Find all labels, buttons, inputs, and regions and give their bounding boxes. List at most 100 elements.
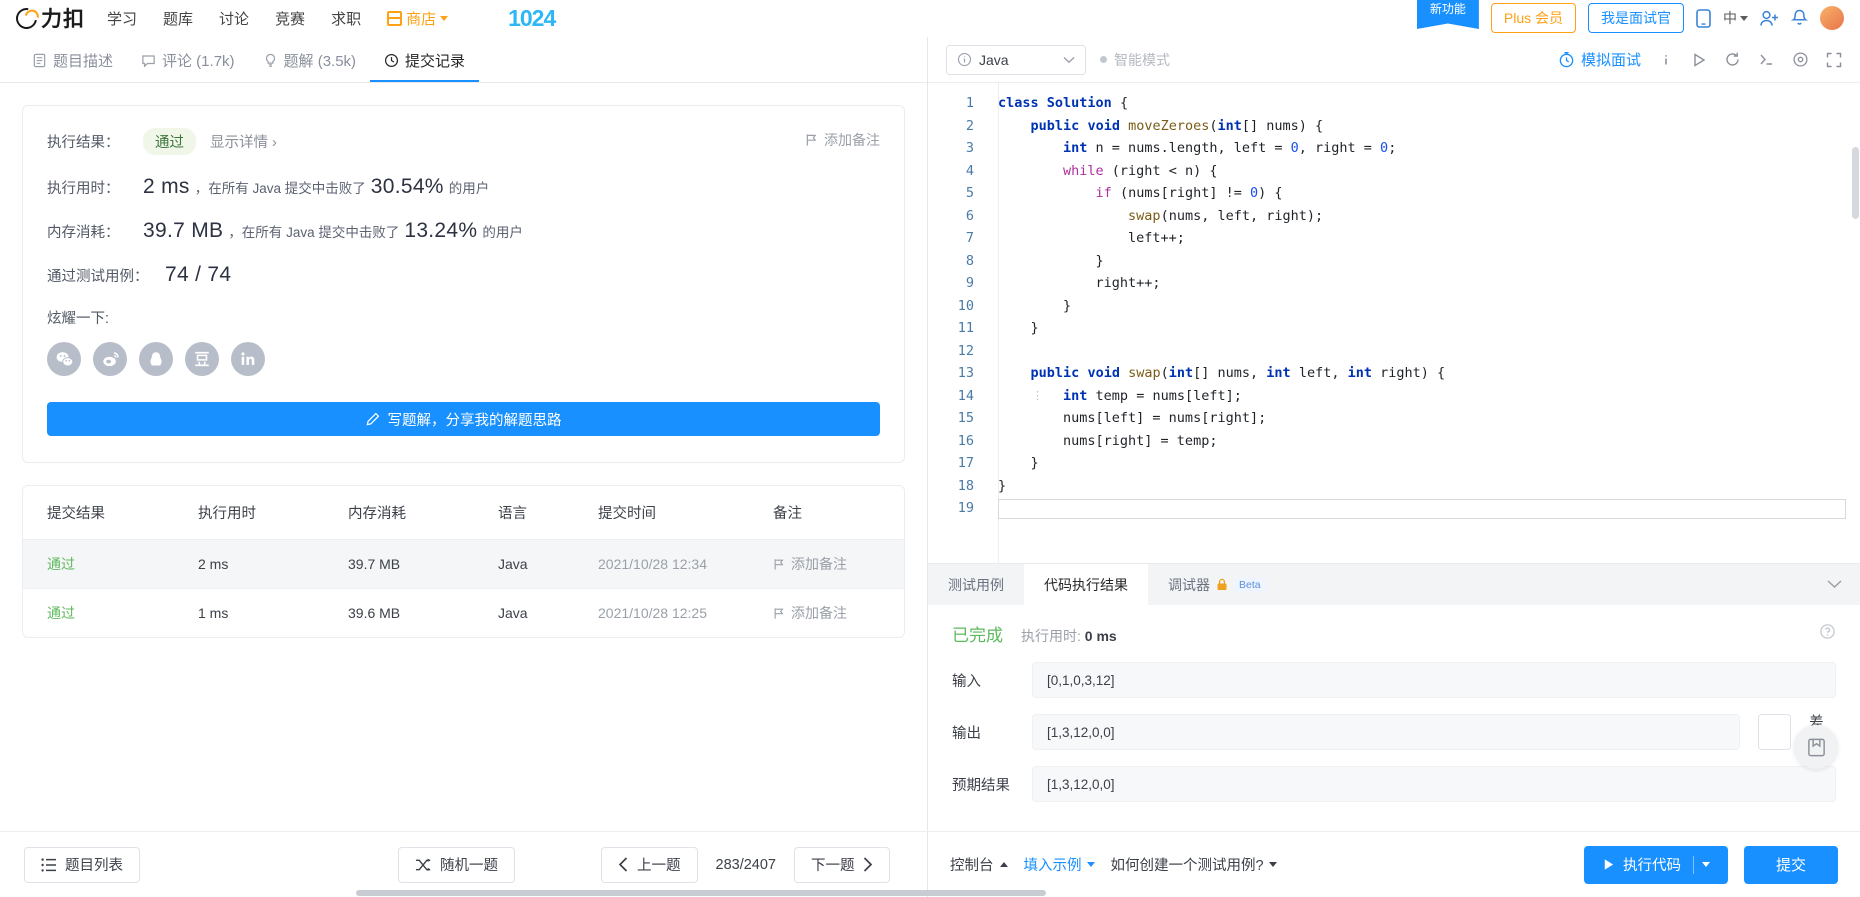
left-content-scroll: 添加备注 执行结果： 通过 显示详情 › 执行用时： 2 ms ，在所有 Jav… [0,83,927,831]
nav-item-shop[interactable]: 商店 [387,8,449,29]
tab-comments[interactable]: 评论 (1.7k) [127,50,249,82]
row-add-note-button[interactable]: 添加备注 [773,603,904,623]
submit-button[interactable]: 提交 [1743,845,1838,884]
list-icon [41,857,56,872]
prev-problem-label: 上一题 [637,858,681,874]
smart-mode-toggle[interactable]: 智能模式 [1100,50,1170,70]
runtime-mid-text: ，在所有 Java 提交中击败了 [194,181,366,196]
nav-item-contest[interactable]: 竞赛 [275,8,305,29]
console-icon[interactable] [1758,51,1775,68]
lock-icon [1217,578,1227,590]
th-note: 备注 [773,486,904,540]
reset-icon[interactable] [1724,51,1741,68]
info-icon[interactable] [1658,52,1674,68]
interviewer-button[interactable]: 我是面试官 [1588,3,1684,33]
nav-1024-label: 1024 [508,4,556,31]
nav-item-discuss[interactable]: 讨论 [219,8,249,29]
fullscreen-icon[interactable] [1826,52,1842,68]
nav-item-jobs[interactable]: 求职 [331,8,361,29]
language-select[interactable]: Java [946,44,1086,75]
main-split: 题目描述 评论 (1.7k) 题解 (3.5k) 提交记录 添加备注 执行结果：… [0,37,1860,831]
help-icon[interactable] [1819,623,1836,645]
table-row[interactable]: 通过 2 ms 39.7 MB Java 2021/10/28 12:34 添加… [23,539,904,589]
page-indicator: 283/2407 [715,856,776,873]
linkedin-icon[interactable] [231,342,265,376]
problem-list-label: 题目列表 [65,858,123,874]
qq-icon[interactable] [139,342,173,376]
primary-nav: 学习 题库 讨论 竞赛 求职 商店 1024 [107,4,556,32]
code-text-area[interactable]: ⋮ class Solution { public void moveZeroe… [984,83,1860,563]
mobile-icon[interactable] [1696,8,1711,28]
row-add-note-button[interactable]: 添加备注 [773,554,904,574]
run-code-button[interactable]: 执行代码 [1583,845,1728,884]
diff-checkbox[interactable] [1757,714,1792,750]
share-label: 炫耀一下: [47,311,110,327]
user-avatar[interactable] [1820,6,1844,30]
expected-value: [1,3,12,0,0] [1032,766,1836,802]
table-row[interactable]: 通过 1 ms 39.6 MB Java 2021/10/28 12:25 添加… [23,589,904,638]
console-toggle[interactable]: 控制台 [950,854,1008,875]
tab-testcase-label: 测试用例 [948,576,1004,593]
tab-solutions[interactable]: 题解 (3.5k) [249,50,371,82]
pencil-icon [366,412,379,426]
nav-item-problems[interactable]: 题库 [163,8,193,29]
douban-icon[interactable] [185,342,219,376]
line-number: 5 [965,185,974,201]
document-icon [33,53,46,68]
tab-description[interactable]: 题目描述 [18,50,127,82]
output-label: 输出 [952,725,981,742]
add-note-button[interactable]: 添加备注 [805,130,880,150]
random-problem-button[interactable]: 随机一题 [398,846,515,883]
language-label: 中 [1723,10,1737,26]
horizontal-scrollbar[interactable] [0,888,1860,897]
exec-result-row: 执行结果： 通过 显示详情 › [47,128,880,155]
runtime-tail-text: 的用户 [448,181,490,196]
new-feature-badge[interactable]: 新功能 [1416,0,1479,29]
run-play-icon[interactable] [1691,52,1707,68]
prev-problem-button[interactable]: 上一题 [601,846,698,883]
mock-interview-button[interactable]: 模拟面试 [1558,49,1641,70]
line-number: 1 [965,95,974,111]
how-to-create-testcase-link[interactable]: 如何创建一个测试用例? [1111,854,1277,875]
input-value[interactable]: [0,1,0,3,12] [1032,662,1836,698]
problem-list-button[interactable]: 题目列表 [24,846,140,883]
tab-debugger[interactable]: 调试器 Beta [1148,564,1286,605]
add-friend-icon[interactable] [1760,10,1779,27]
runtime-label: 执行用时： [47,181,120,197]
code-editor[interactable]: 1 2 3 4 5 6 7 8 9 10 11 12 13 14 15 16 1 [928,83,1860,563]
row-result-link[interactable]: 通过 [47,556,75,572]
site-logo[interactable]: 力扣 [11,3,85,33]
random-problem-label: 随机一题 [440,858,498,874]
notification-bell-icon[interactable] [1791,9,1808,27]
wechat-icon[interactable] [47,342,81,376]
test-panel-body: 已完成 执行用时: 0 ms 输入 [0,1,0,3,12] 输出 [1,3,1… [928,605,1860,831]
show-detail-link[interactable]: 显示详情 › [210,131,277,152]
tab-comments-label: 评论 (1.7k) [162,53,235,70]
save-note-floating-button[interactable] [1794,725,1838,769]
tab-code-result[interactable]: 代码执行结果 [1024,564,1148,605]
runtime-value: 2 ms [143,175,190,198]
weibo-icon[interactable] [93,342,127,376]
settings-icon[interactable] [1792,51,1809,68]
bookmark-save-icon [1807,738,1825,756]
submissions-table: 提交结果 执行用时 内存消耗 语言 提交时间 备注 通过 2 ms 39.7 M… [22,485,905,638]
row-result-link[interactable]: 通过 [47,605,75,621]
divider [1692,855,1694,874]
collapse-panel-button[interactable] [1809,564,1860,605]
input-row: 输入 [0,1,0,3,12] [952,662,1836,698]
tab-testcase[interactable]: 测试用例 [928,564,1024,605]
line-number: 9 [965,275,974,291]
chevron-down-icon [440,15,449,21]
language-selector[interactable]: 中 [1723,8,1748,28]
nav-1024-campaign[interactable]: 1024 [508,4,556,32]
tab-submissions[interactable]: 提交记录 [370,50,480,82]
row-time: 2021/10/28 12:34 [598,539,773,589]
write-solution-button[interactable]: 写题解，分享我的解题思路 [47,402,880,436]
nav-item-study[interactable]: 学习 [107,8,137,29]
memory-percent: 13.24% [404,219,478,242]
editor-scrollbar[interactable] [1852,147,1859,219]
plus-membership-button[interactable]: Plus 会员 [1490,3,1576,33]
line-number: 12 [957,342,974,359]
fill-example-button[interactable]: 填入示例 [1024,854,1095,875]
next-problem-button[interactable]: 下一题 [793,846,891,883]
